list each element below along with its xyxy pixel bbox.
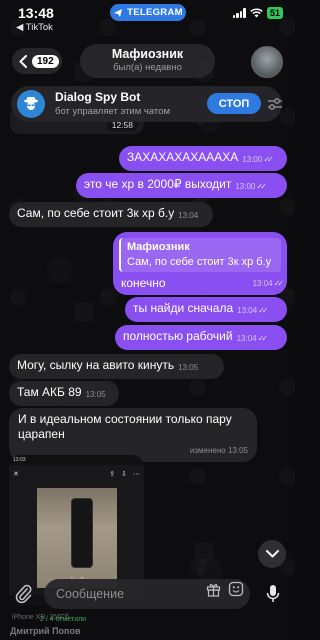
message-bubble[interactable]: И в идеальном состоянии только пару цара… <box>9 408 257 462</box>
message-text: полностью рабочий <box>123 329 233 343</box>
background-text: 2 / 4 отметили <box>40 616 87 623</box>
status-icons: 51 <box>232 7 283 19</box>
bot-control-banner: Dialog Spy Bot бот управляет этим чатом … <box>11 86 282 122</box>
sliders-icon[interactable] <box>267 97 283 111</box>
back-button[interactable]: 192 <box>12 48 62 74</box>
message-meta: 13:04✓✓ <box>237 306 269 315</box>
message-meta: 13:00✓✓ <box>235 182 267 191</box>
telegram-status-pill[interactable]: TELEGRAM <box>110 4 186 21</box>
message-text: Могу, сылку на авито кинуть <box>17 358 175 372</box>
double-check-icon: ✓✓ <box>258 306 269 315</box>
message-text: ты найди сначала <box>133 301 234 315</box>
message-bubble[interactable]: Могу, сылку на авито кинуть 13:05 <box>9 354 224 379</box>
background-author-name: Дмитрий Попов <box>10 626 81 636</box>
message-text: конечно <box>121 276 166 290</box>
message-text: Там АКБ 89 <box>17 385 82 399</box>
double-check-icon: ✓✓ <box>273 279 285 288</box>
back-to-app-link[interactable]: ◀ TikTok <box>16 22 53 33</box>
message-meta: 13:04 <box>178 211 199 220</box>
spy-bot-icon <box>17 90 45 118</box>
voice-record-button[interactable] <box>258 579 288 609</box>
unread-count-badge: 192 <box>32 54 59 68</box>
message-composer: Сообщение <box>0 574 295 614</box>
stop-bot-button[interactable]: СТОП <box>207 93 261 114</box>
message-text: ЗАХАХАХАХАААХА <box>127 150 239 164</box>
message-meta: 13:04✓✓ <box>236 334 269 343</box>
reply-message-bubble[interactable]: Мафиозник Сам, по себе стоит 3к хр б.у к… <box>113 232 287 295</box>
status-pill-label: TELEGRAM <box>127 7 183 18</box>
message-meta: 13:05 <box>85 390 106 399</box>
message-meta: 13:04✓✓ <box>252 279 285 288</box>
phone-photo: 1 · 3 <box>37 488 117 588</box>
message-text: это че хр в 2000₽ выходит <box>84 177 232 191</box>
signal-icon <box>232 8 246 18</box>
reply-author: Мафиозник <box>127 241 190 253</box>
message-text: И в идеальном состоянии только пару цара… <box>18 412 232 441</box>
download-icon: ⇩ <box>121 471 127 478</box>
share-icon: ⇪ <box>109 471 116 478</box>
media-status-bar: 13:03 <box>9 455 144 465</box>
bot-name: Dialog Spy Bot <box>55 90 141 104</box>
media-toolbar: ✕ ⇪ ⇩ ⋯ <box>9 466 144 482</box>
wifi-icon <box>250 8 263 18</box>
status-bar: 13:48 ◀ TikTok TELEGRAM 51 <box>0 0 295 34</box>
paperclip-icon <box>15 584 32 604</box>
telegram-icon <box>114 8 123 17</box>
message-bubble[interactable]: ты найди сначала 13:04✓✓ <box>125 297 287 322</box>
message-bubble[interactable]: Сам, по себе стоит 3к хр б.у 13:04 <box>9 202 213 227</box>
chat-name: Мафиозник <box>111 47 184 61</box>
edited-label: изменено <box>189 446 226 455</box>
message-meta: 13:00✓✓ <box>242 155 274 164</box>
message-bubble[interactable]: это че хр в 2000₽ выходит 13:00✓✓ <box>76 173 287 198</box>
message-meta: 13:05 <box>178 363 199 372</box>
close-icon: ✕ <box>13 471 19 478</box>
avatar[interactable] <box>251 46 283 78</box>
double-check-icon: ✓✓ <box>257 334 269 343</box>
status-time: 13:48 <box>18 5 54 21</box>
message-bubble[interactable]: полностью рабочий 13:04✓✓ <box>115 325 287 350</box>
message-text: Сам, по себе стоит 3к хр б.у <box>17 206 175 220</box>
reply-text: Сам, по себе стоит 3к хр б.у <box>127 256 272 268</box>
battery-icon: 51 <box>266 7 283 19</box>
double-check-icon: ✓✓ <box>263 155 274 164</box>
scroll-to-bottom-button[interactable] <box>258 540 286 568</box>
attach-button[interactable] <box>10 580 38 608</box>
phone-image <box>71 498 93 568</box>
chat-header: 192 Мафиозник был(а) недавно <box>0 40 295 82</box>
double-check-icon: ✓✓ <box>256 182 267 191</box>
sticker-icon[interactable] <box>228 581 244 597</box>
gift-icon[interactable] <box>206 582 221 597</box>
message-bubble[interactable]: Там АКБ 89 13:05 <box>9 381 119 406</box>
microphone-icon <box>266 585 280 602</box>
chevron-down-icon <box>265 550 279 558</box>
message-input-placeholder: Сообщение <box>56 587 125 601</box>
chat-status: был(а) недавно <box>113 62 182 73</box>
chevron-left-icon <box>19 54 27 68</box>
chat-title[interactable]: Мафиозник был(а) недавно <box>80 44 215 78</box>
more-icon: ⋯ <box>133 471 140 478</box>
message-bubble[interactable]: ЗАХАХАХАХАААХА 13:00✓✓ <box>119 146 287 171</box>
bot-subtitle: бот управляет этим чатом <box>55 106 170 117</box>
reply-quote[interactable]: Мафиозник Сам, по себе стоит 3к хр б.у <box>119 238 281 272</box>
